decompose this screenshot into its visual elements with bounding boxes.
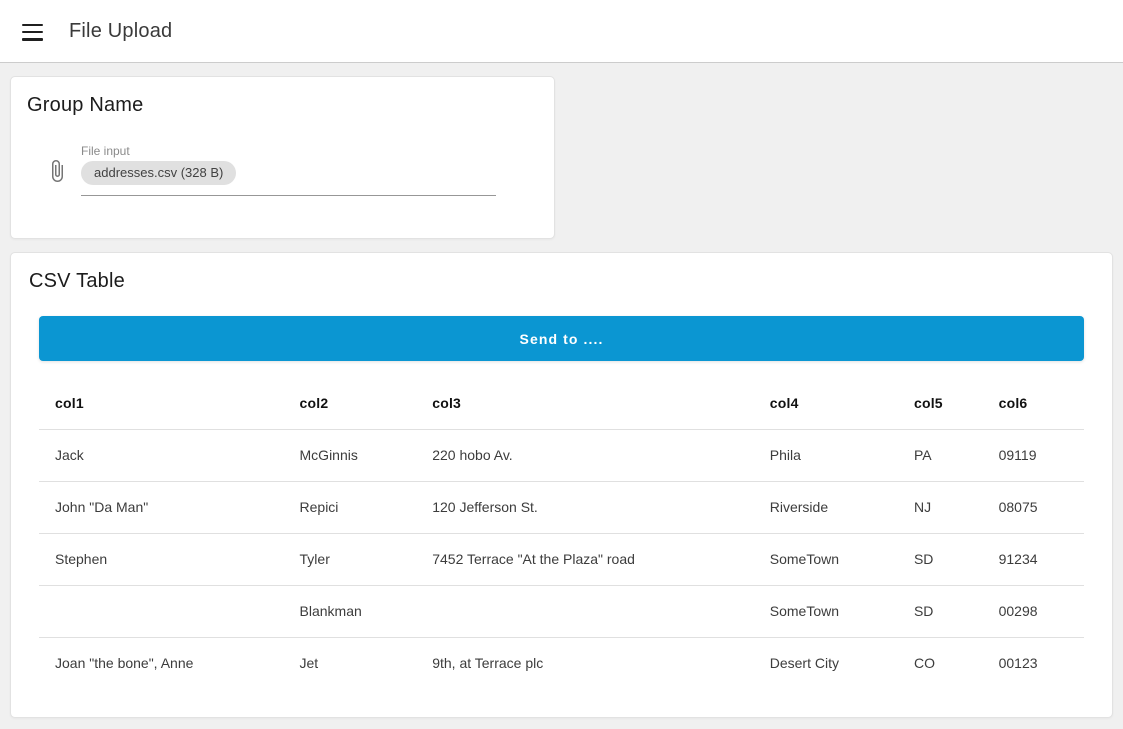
group-name-card: Group Name File input addresses.csv (328…	[10, 76, 555, 239]
table-cell: 00298	[983, 585, 1084, 637]
file-input-body: File input addresses.csv (328 B)	[81, 144, 496, 196]
table-cell: 220 hobo Av.	[416, 429, 754, 481]
table-row: Joan "the bone", Anne Jet 9th, at Terrac…	[39, 637, 1084, 689]
table-header-row: col1 col2 col3 col4 col5 col6	[39, 373, 1084, 429]
table-cell	[39, 585, 284, 637]
hamburger-menu-icon[interactable]	[22, 24, 43, 41]
paperclip-icon[interactable]	[45, 156, 69, 186]
table-cell: PA	[898, 429, 983, 481]
table-cell: 09119	[983, 429, 1084, 481]
table-cell: SD	[898, 585, 983, 637]
column-header-col4: col4	[754, 373, 898, 429]
column-header-col3: col3	[416, 373, 754, 429]
table-cell: 7452 Terrace "At the Plaza" road	[416, 533, 754, 585]
column-header-col1: col1	[39, 373, 284, 429]
table-cell: Joan "the bone", Anne	[39, 637, 284, 689]
table-cell: Desert City	[754, 637, 898, 689]
table-cell: Tyler	[284, 533, 417, 585]
table-cell: Jack	[39, 429, 284, 481]
table-cell: 08075	[983, 481, 1084, 533]
table-cell: NJ	[898, 481, 983, 533]
table-row: Stephen Tyler 7452 Terrace "At the Plaza…	[39, 533, 1084, 585]
app-bar: File Upload	[0, 0, 1123, 63]
file-input-underline	[81, 195, 496, 196]
send-to-button[interactable]: Send to ....	[39, 316, 1084, 361]
group-card-title: Group Name	[27, 94, 538, 117]
table-cell: Blankman	[284, 585, 417, 637]
table-cell: Jet	[284, 637, 417, 689]
csv-card-title: CSV Table	[11, 270, 1112, 293]
table-row: John "Da Man" Repici 120 Jefferson St. R…	[39, 481, 1084, 533]
table-cell: CO	[898, 637, 983, 689]
table-cell: 120 Jefferson St.	[416, 481, 754, 533]
file-input[interactable]: File input addresses.csv (328 B)	[27, 144, 538, 196]
table-cell: Riverside	[754, 481, 898, 533]
table-cell: Stephen	[39, 533, 284, 585]
table-cell: SD	[898, 533, 983, 585]
table-row: Jack McGinnis 220 hobo Av. Phila PA 0911…	[39, 429, 1084, 481]
table-cell: SomeTown	[754, 585, 898, 637]
table-cell: Repici	[284, 481, 417, 533]
table-cell: John "Da Man"	[39, 481, 284, 533]
table-row: Blankman SomeTown SD 00298	[39, 585, 1084, 637]
csv-table: col1 col2 col3 col4 col5 col6 Jack McGin…	[39, 373, 1084, 689]
table-cell: 00123	[983, 637, 1084, 689]
file-chip[interactable]: addresses.csv (328 B)	[81, 161, 236, 185]
csv-table-card: CSV Table Send to .... col1 col2 col3 co…	[10, 252, 1113, 718]
table-cell	[416, 585, 754, 637]
column-header-col2: col2	[284, 373, 417, 429]
table-cell: Phila	[754, 429, 898, 481]
app-title: File Upload	[69, 20, 172, 43]
table-cell: 9th, at Terrace plc	[416, 637, 754, 689]
column-header-col6: col6	[983, 373, 1084, 429]
column-header-col5: col5	[898, 373, 983, 429]
file-input-label: File input	[81, 144, 496, 158]
table-cell: SomeTown	[754, 533, 898, 585]
table-cell: McGinnis	[284, 429, 417, 481]
page-content: Group Name File input addresses.csv (328…	[0, 63, 1123, 729]
table-cell: 91234	[983, 533, 1084, 585]
